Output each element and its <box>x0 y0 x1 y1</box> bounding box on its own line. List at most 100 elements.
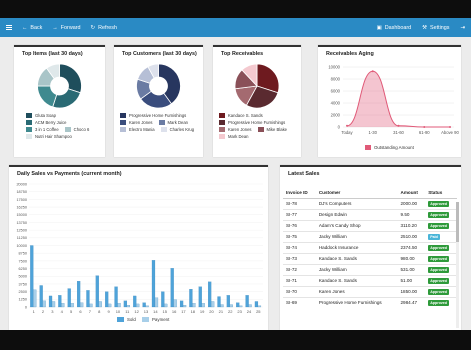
refresh-button[interactable]: ↻ Refresh <box>91 25 117 31</box>
bar-sold[interactable] <box>114 286 118 308</box>
legend-item[interactable]: Nutri Hair Shampoo <box>26 134 72 139</box>
bar-sold[interactable] <box>86 290 90 308</box>
top-receivables-pie[interactable] <box>213 62 301 110</box>
bar-payment[interactable] <box>51 301 56 308</box>
settings-button[interactable]: ⚒ Settings <box>422 25 449 31</box>
bar-payment[interactable] <box>98 301 102 308</box>
dashboard-button[interactable]: ▣ Dashboard <box>377 25 411 31</box>
bar-sold[interactable] <box>142 302 146 308</box>
bar-payment[interactable] <box>80 302 84 308</box>
legend-item[interactable]: Kandace S. Sands <box>219 113 263 118</box>
legend-item[interactable]: Mark Dean <box>219 134 248 139</box>
legend-item[interactable]: ACM Berry Juice <box>26 120 66 125</box>
legend-item[interactable]: Gluta Soap <box>26 113 56 118</box>
bar-payment[interactable] <box>126 305 131 308</box>
bar-payment[interactable] <box>239 305 243 308</box>
legend-item[interactable]: Mike Blake <box>257 127 287 132</box>
menu-button[interactable] <box>6 25 12 30</box>
bar-payment[interactable] <box>89 303 93 308</box>
bar-sold[interactable] <box>208 281 212 308</box>
table-row[interactable]: SI-77 Design Edwin 9.50 Approved <box>283 209 457 221</box>
table-row[interactable]: SI-69 Progressive Home Furnishings 2984.47… <box>283 297 457 309</box>
bar-payment[interactable] <box>192 303 196 308</box>
window-top-bar <box>0 0 471 18</box>
bar-sold[interactable] <box>105 291 109 308</box>
bar-payment[interactable] <box>164 303 168 308</box>
bar-sold[interactable] <box>133 295 137 308</box>
pie-slice[interactable] <box>59 63 82 94</box>
bar-payment[interactable] <box>201 303 205 308</box>
table-row[interactable]: SI-78 DJ's Computers 2000.00 Approved <box>283 198 457 210</box>
table-row[interactable]: SI-75 Jacky William 2510.00 Paid <box>283 231 457 243</box>
legend-item[interactable]: Mark Dean <box>158 120 188 125</box>
bar-sold[interactable] <box>198 286 202 308</box>
top-items-pie[interactable] <box>14 62 105 110</box>
latest-sales-card: Latest Sales Invoice ID Customer Amount Sta… <box>280 165 461 330</box>
legend-item[interactable]: Karen Jones <box>219 127 252 132</box>
data-point[interactable] <box>449 126 451 128</box>
bar-payment[interactable] <box>70 303 74 308</box>
bar-payment[interactable] <box>173 299 177 308</box>
legend-item[interactable]: Progressive Home Furnishings <box>219 120 285 125</box>
legend-item[interactable]: Karen Jones <box>120 120 153 125</box>
receivables-aging-chart[interactable]: 0 2000 4000 6000 8000 10000 Today 1-30 31-60 61-9… <box>318 61 461 159</box>
data-point[interactable] <box>346 124 348 127</box>
top-customers-pie[interactable] <box>114 62 203 110</box>
bar-sold[interactable] <box>254 301 259 308</box>
bar-payment[interactable] <box>61 303 65 308</box>
legend-item[interactable]: 3 in 1 Coffee <box>26 127 59 132</box>
bar-sold[interactable] <box>67 288 71 308</box>
bar-sold[interactable] <box>189 289 193 308</box>
bar-sold[interactable] <box>217 296 221 308</box>
bar-sold[interactable] <box>179 300 184 308</box>
table-row[interactable]: SI-74 Haddock Insurance 2374.50 Approved <box>283 242 457 254</box>
bar-payment[interactable] <box>136 303 140 308</box>
pie-slice[interactable] <box>37 85 58 108</box>
bar-payment[interactable] <box>211 301 215 308</box>
bar-sold[interactable] <box>226 295 230 308</box>
bar-sold[interactable] <box>123 300 128 308</box>
bar-payment[interactable] <box>257 305 262 308</box>
scrollbar-thumb[interactable] <box>456 202 459 242</box>
bar-payment[interactable] <box>108 303 112 308</box>
pie-slice[interactable] <box>52 88 81 109</box>
data-point[interactable] <box>371 70 374 73</box>
legend-item[interactable]: Progressive Home Furnishings <box>120 113 186 118</box>
daily-sales-chart[interactable]: 0 1250 2500 3750 5000 6250 7500 8750 10000 11250 1… <box>9 179 268 330</box>
legend-item[interactable]: Choco 6 <box>64 127 89 132</box>
bar-payment[interactable] <box>33 289 37 308</box>
bar-sold[interactable] <box>151 260 156 308</box>
bar-payment[interactable] <box>182 305 187 308</box>
table-row[interactable]: SI-70 Karen Jones 1850.00 Approved <box>283 286 457 298</box>
bar-sold[interactable] <box>30 245 34 308</box>
table-row[interactable]: SI-76 Adam's Candy Shop 3110.20 Approved <box>283 220 457 232</box>
back-button[interactable]: ← Back <box>22 25 42 31</box>
table-row[interactable]: SI-73 Kandace S. Sands 980.00 Approved <box>283 253 457 265</box>
bar-sold[interactable] <box>95 275 99 308</box>
data-point[interactable] <box>397 124 400 127</box>
bar-sold[interactable] <box>48 295 53 308</box>
table-row[interactable]: SI-71 Kandace S. Sands 51.00 Approved <box>283 275 457 287</box>
bar-sold[interactable] <box>77 281 81 308</box>
forward-button[interactable]: → Forward <box>52 25 80 31</box>
table-row[interactable]: SI-72 Jacky William 531.00 Approved <box>283 264 457 276</box>
data-point[interactable] <box>423 126 426 128</box>
bar-sold[interactable] <box>245 295 249 308</box>
bar-payment[interactable] <box>145 305 149 308</box>
bar-payment[interactable] <box>248 304 252 308</box>
bar-payment[interactable] <box>220 304 224 308</box>
bar-sold[interactable] <box>39 285 43 308</box>
bar-sold[interactable] <box>236 302 240 308</box>
bar-payment[interactable] <box>117 303 121 308</box>
bar-payment[interactable] <box>229 304 233 308</box>
bar-payment[interactable] <box>154 297 159 308</box>
legend-item[interactable]: Electro Mania <box>120 127 155 132</box>
column-header: Status <box>425 187 457 199</box>
bar-sold[interactable] <box>170 268 174 308</box>
bar-sold[interactable] <box>161 291 165 308</box>
bar-sold[interactable] <box>58 295 62 308</box>
logout-button[interactable]: ⇥ <box>460 25 465 31</box>
bar-payment[interactable] <box>42 300 46 308</box>
table-scrollbar[interactable] <box>456 202 459 328</box>
legend-item[interactable]: Charles Krug <box>160 127 194 132</box>
